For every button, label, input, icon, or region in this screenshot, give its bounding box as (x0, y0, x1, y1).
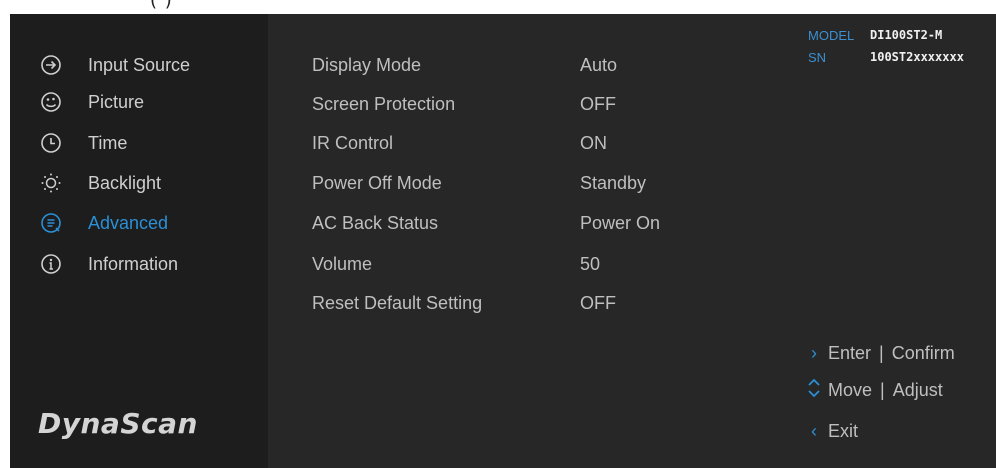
setting-label: AC Back Status (312, 212, 439, 233)
top-strip: ( ) (0, 0, 996, 14)
setting-value: Auto (580, 54, 618, 75)
hint-action: Move (828, 379, 873, 400)
setting-value: Power On (580, 212, 661, 233)
setting-label: Screen Protection (312, 93, 456, 114)
sun-icon (40, 172, 62, 194)
hint-alt: Adjust (892, 379, 943, 400)
hint-separator: | (879, 342, 884, 363)
setting-value: Standby (580, 172, 647, 193)
chevron-left-icon: ‹ (811, 420, 817, 441)
setting-label: IR Control (312, 132, 394, 153)
model-line: MODEL DI100ST2-M (808, 24, 996, 46)
info-icon (40, 253, 62, 275)
sn-line: SN 100ST2xxxxxxx (808, 46, 996, 68)
setting-ir-control[interactable]: IR Control ON (312, 128, 752, 158)
setting-reset-default[interactable]: Reset Default Setting OFF (312, 288, 752, 318)
sn-key: SN (808, 49, 827, 65)
sn-value: 100ST2xxxxxxx (870, 50, 964, 64)
sidebar-item-label: Information (88, 253, 179, 274)
sidebar-item-information[interactable]: Information (40, 249, 260, 279)
setting-value: OFF (580, 93, 616, 114)
setting-label: Power Off Mode (312, 172, 442, 193)
palette-icon (40, 91, 62, 113)
setting-screen-protection[interactable]: Screen Protection OFF (312, 89, 752, 119)
sidebar-item-label: Picture (88, 91, 145, 112)
hint-enter: › Enter | Confirm (800, 338, 955, 368)
sidebar-item-advanced[interactable]: Advanced (40, 208, 260, 238)
osd-menu: Input Source Picture Time Backlight Adva… (10, 14, 996, 468)
sidebar-item-input-source[interactable]: Input Source (40, 50, 260, 80)
setting-ac-back-status[interactable]: AC Back Status Power On (312, 208, 752, 238)
sidebar: Input Source Picture Time Backlight Adva… (10, 14, 268, 468)
sidebar-item-label: Time (88, 132, 128, 153)
arrow-circle-icon (40, 54, 62, 76)
chevron-right-icon: › (811, 342, 817, 363)
hint-exit: ‹ Exit (800, 416, 858, 446)
clock-icon (40, 132, 62, 154)
setting-label: Display Mode (312, 54, 422, 75)
setting-volume[interactable]: Volume 50 (312, 249, 752, 279)
setting-value: ON (580, 132, 607, 153)
device-info: MODEL DI100ST2-M SN 100ST2xxxxxxx (808, 24, 996, 68)
setting-label: Volume (312, 253, 373, 274)
sidebar-item-time[interactable]: Time (40, 128, 260, 158)
hint-alt: Confirm (891, 342, 955, 363)
hint-action: Enter (828, 342, 872, 363)
setting-display-mode[interactable]: Display Mode Auto (312, 50, 752, 80)
model-key: MODEL (808, 27, 855, 43)
setting-power-off-mode[interactable]: Power Off Mode Standby (312, 168, 752, 198)
sidebar-item-label: Advanced (88, 212, 169, 233)
sidebar-item-label: Backlight (88, 172, 162, 193)
dynascan-logo: DynaScan (38, 407, 198, 440)
sidebar-item-backlight[interactable]: Backlight (40, 168, 260, 198)
setting-value: 50 (580, 253, 601, 274)
up-down-arrow-icon (800, 377, 828, 404)
setting-label: Reset Default Setting (312, 292, 483, 313)
hint-move: Move | Adjust (800, 375, 943, 405)
hint-separator: | (880, 379, 885, 400)
setting-value: OFF (580, 292, 616, 313)
advanced-icon (40, 212, 62, 234)
top-strip-text: ( ) (150, 0, 173, 11)
hint-action: Exit (828, 420, 859, 441)
model-value: DI100ST2-M (870, 28, 943, 42)
sidebar-item-picture[interactable]: Picture (40, 87, 260, 117)
sidebar-item-label: Input Source (88, 54, 191, 75)
